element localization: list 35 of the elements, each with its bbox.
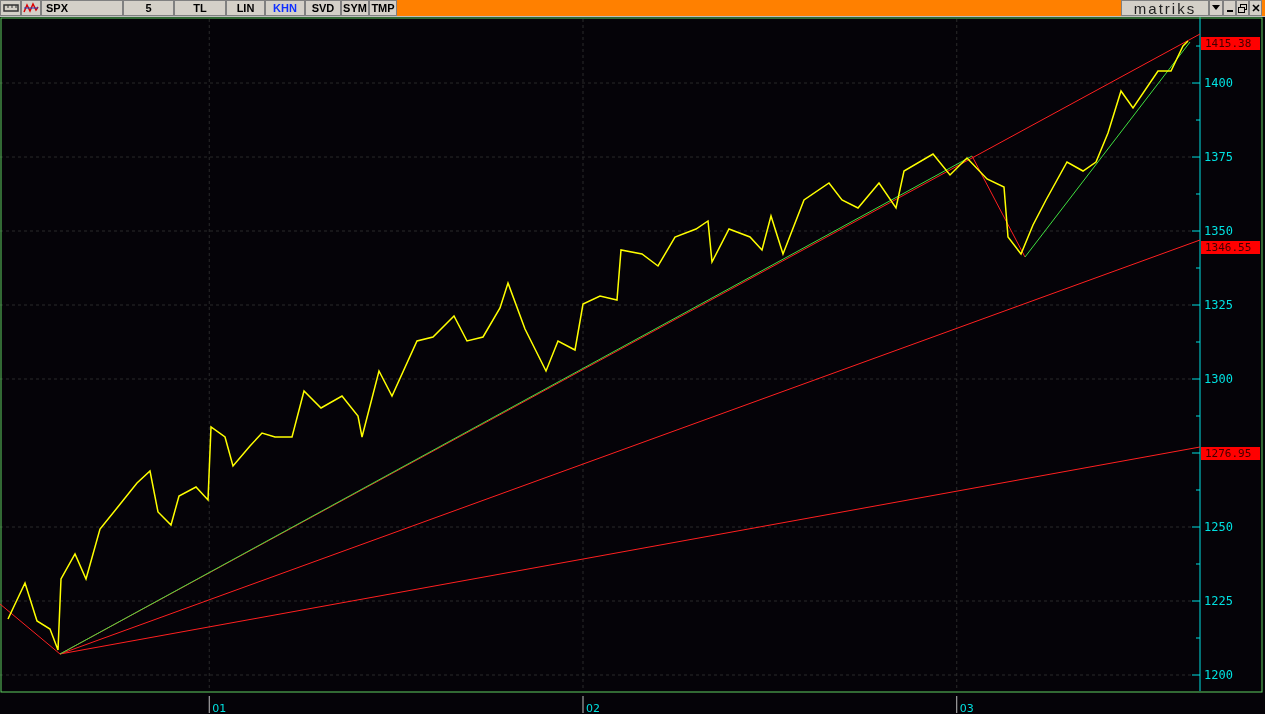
price-tag: 1346.55 <box>1201 241 1260 254</box>
toolbar-button[interactable]: KHN <box>265 0 305 16</box>
annotation: 1276.95 <box>1205 447 1252 460</box>
axis-label: 1225 <box>1204 594 1233 608</box>
x-tick-label: 02 <box>586 702 600 714</box>
axis-label: 1350 <box>1204 224 1233 238</box>
dropdown-icon[interactable] <box>1209 0 1223 16</box>
axis-label: 1300 <box>1204 372 1233 386</box>
annotation: 1346.55 <box>1205 241 1252 254</box>
axis-label: 1250 <box>1204 520 1233 534</box>
toolbar-icon[interactable] <box>0 0 21 16</box>
toolbar-button[interactable]: SYM <box>341 0 369 16</box>
annotation: 1415.38 <box>1205 37 1252 50</box>
toolbar-button[interactable]: TMP <box>369 0 397 16</box>
axis-label: 1200 <box>1204 668 1233 682</box>
toolbar-button[interactable]: LIN <box>226 0 265 16</box>
minimize-icon[interactable] <box>1223 0 1236 16</box>
date-label: 01 <box>208 695 227 713</box>
close-icon[interactable] <box>1249 0 1262 16</box>
axis-label: 1400 <box>1204 76 1233 90</box>
symbol-field[interactable]: SPX <box>41 0 123 16</box>
toolbar-button[interactable]: 5 <box>123 0 174 16</box>
price-tag: 1415.38 <box>1201 37 1260 50</box>
toolbar-button[interactable]: TL <box>174 0 226 16</box>
logo: matriks <box>1121 0 1209 16</box>
chart-wave-icon[interactable] <box>21 0 41 16</box>
x-tick-label: 01 <box>212 702 227 714</box>
toolbar-button[interactable]: SVD <box>305 0 341 16</box>
x-tick-label: 03 <box>959 702 974 714</box>
date-label: 03 <box>956 695 974 713</box>
date-label: 02 <box>582 695 600 713</box>
price-tag: 1276.95 <box>1201 447 1260 460</box>
axis-label: 1325 <box>1204 298 1233 312</box>
axis-label: 1375 <box>1204 150 1233 164</box>
restore-icon[interactable] <box>1236 0 1249 16</box>
